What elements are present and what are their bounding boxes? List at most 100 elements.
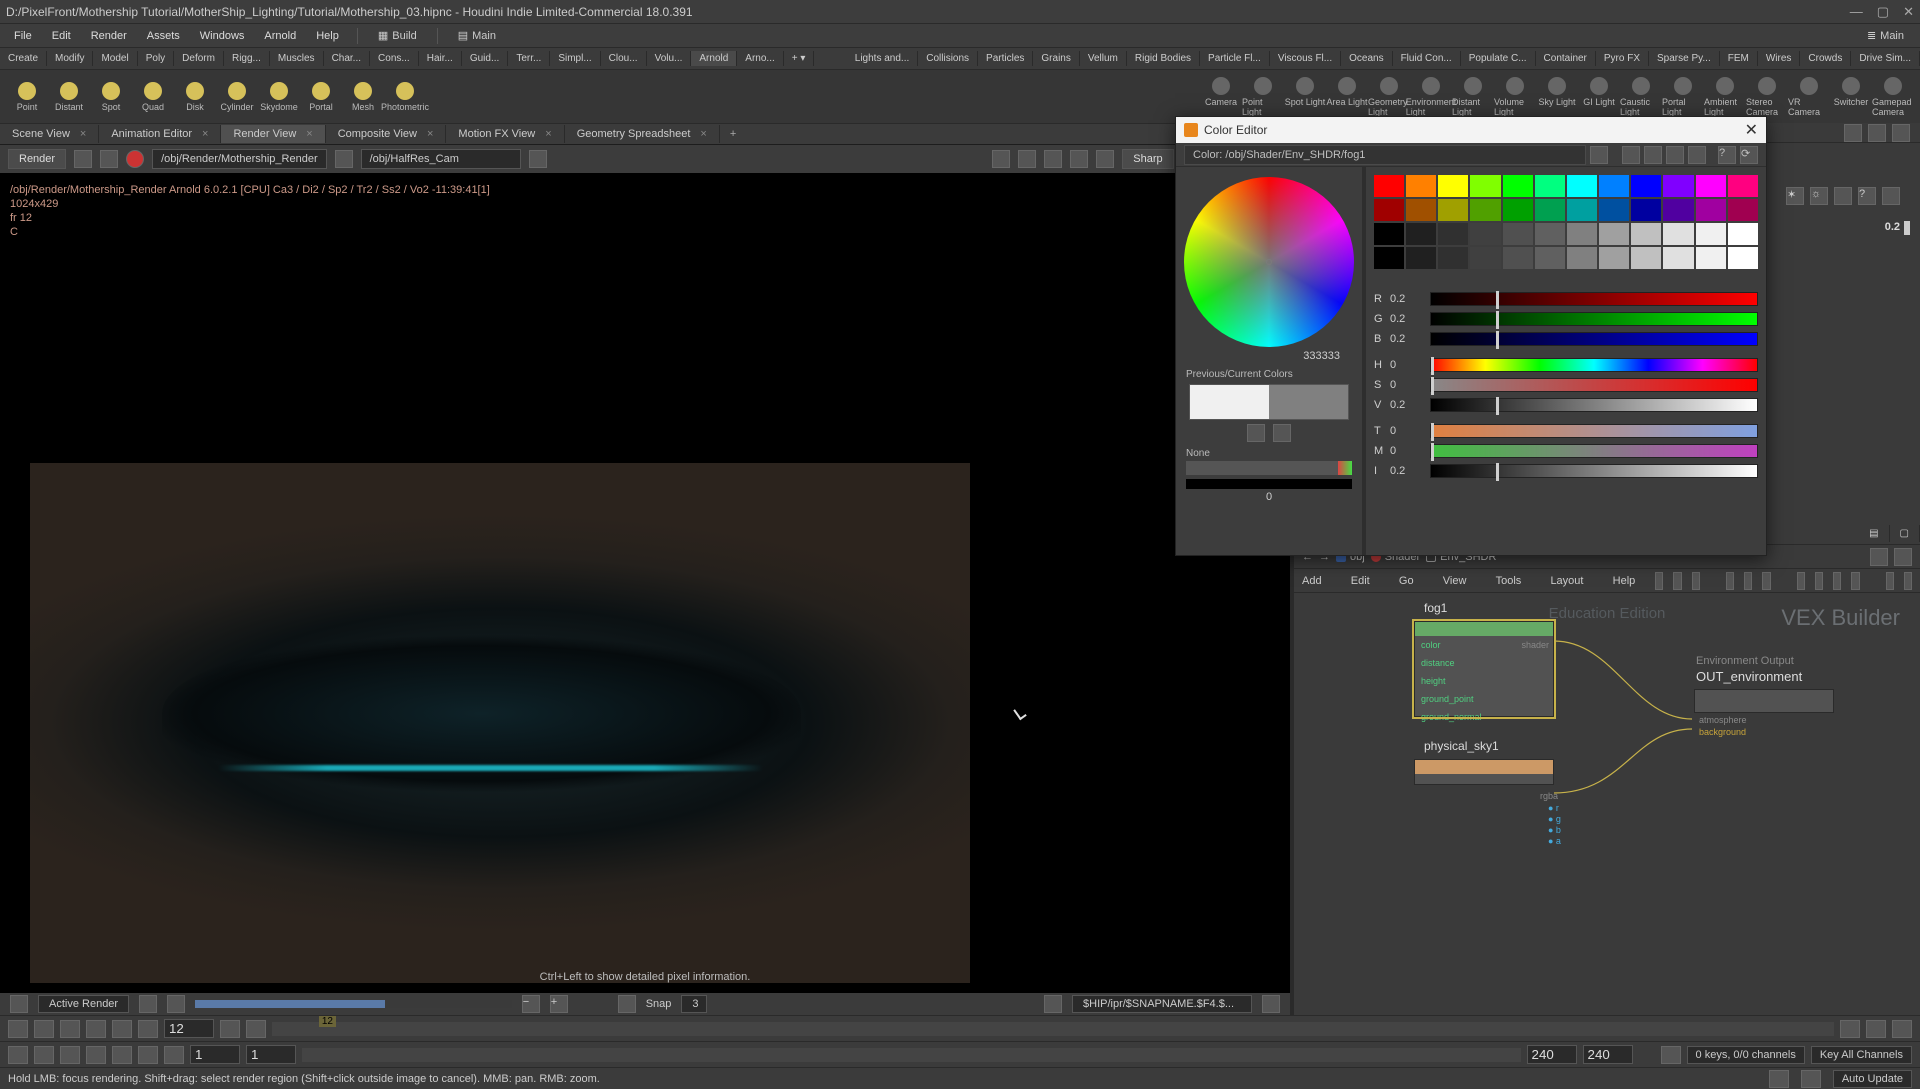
color-swatch[interactable] — [1696, 199, 1726, 221]
net-color-a-icon[interactable] — [1797, 572, 1805, 590]
checker-icon[interactable] — [1018, 150, 1036, 168]
color-swatch[interactable] — [1406, 223, 1436, 245]
close-icon[interactable]: × — [80, 128, 86, 140]
net-tool-c-icon[interactable] — [1692, 572, 1700, 590]
channel-slider-i[interactable] — [1430, 464, 1758, 478]
channel-slider-b[interactable] — [1430, 332, 1758, 346]
refresh-icon[interactable] — [74, 150, 92, 168]
color-swatch[interactable] — [1470, 247, 1500, 269]
color-swatch[interactable] — [1631, 199, 1661, 221]
pause-icon[interactable] — [100, 150, 118, 168]
channel-value-field[interactable]: 0 — [1390, 445, 1424, 457]
menu-assets[interactable]: Assets — [139, 28, 188, 44]
channel-value-field[interactable]: 0 — [1390, 379, 1424, 391]
channel-value-field[interactable]: 0 — [1390, 425, 1424, 437]
tl-rend-field[interactable] — [1527, 1045, 1577, 1064]
param-slider-thumb[interactable] — [1904, 221, 1910, 235]
auto-update-toggle[interactable]: Auto Update — [1833, 1070, 1912, 1088]
view-tab-geometry spreadsheet[interactable]: Geometry Spreadsheet× — [565, 125, 720, 143]
render-history-pin-icon[interactable] — [139, 995, 157, 1013]
tl-last-icon[interactable] — [138, 1020, 158, 1038]
timeline-ruler[interactable]: 12 — [272, 1022, 1834, 1036]
tool-disk[interactable]: Disk — [174, 82, 216, 112]
color-swatch[interactable] — [1599, 175, 1629, 197]
previous-color-swatch[interactable] — [1190, 385, 1269, 419]
tl-current-frame[interactable] — [164, 1019, 214, 1038]
tool-point[interactable]: Point — [6, 82, 48, 112]
shelf-tab[interactable]: Deform — [174, 51, 224, 66]
take-main-selector[interactable]: ≣ Main — [1857, 27, 1914, 44]
channel-slider-t[interactable] — [1430, 424, 1758, 438]
shelf-tab[interactable]: Muscles — [270, 51, 324, 66]
temperature-pick-icon[interactable] — [1273, 424, 1291, 442]
network-pin-icon[interactable]: ▤ — [1859, 525, 1889, 542]
net-gear-icon[interactable] — [1894, 548, 1912, 566]
tl-scope-icon[interactable] — [86, 1046, 106, 1064]
net-tool-a-icon[interactable] — [1655, 572, 1663, 590]
window-close-icon[interactable]: ✕ — [1903, 4, 1914, 20]
network-menu-tools[interactable]: Tools — [1496, 575, 1522, 587]
shelf-tab[interactable]: Fluid Con... — [1393, 51, 1461, 66]
zoom-icon[interactable] — [1070, 150, 1088, 168]
color-swatch[interactable] — [1503, 247, 1533, 269]
tl-loop-icon[interactable] — [1840, 1020, 1860, 1038]
node-fog[interactable]: colordistanceheightground_pointground_no… — [1414, 621, 1554, 717]
shelf-tab[interactable]: Collisions — [918, 51, 978, 66]
network-view[interactable]: VEX Builder Education Edition fog1 color… — [1294, 593, 1920, 1015]
view-tab-motion fx view[interactable]: Motion FX View× — [446, 125, 564, 143]
ce-mode-b-icon[interactable] — [1644, 146, 1662, 164]
color-swatch[interactable] — [1535, 175, 1565, 197]
active-render-label[interactable]: Active Render — [38, 995, 129, 1013]
view-tab-composite view[interactable]: Composite View× — [326, 125, 447, 143]
status-film-icon[interactable] — [1801, 1070, 1821, 1088]
color-swatch[interactable] — [1374, 175, 1404, 197]
screen-pick-icon[interactable] — [1247, 424, 1265, 442]
node-output-b[interactable]: ● b — [1548, 825, 1561, 836]
color-swatch[interactable] — [1599, 247, 1629, 269]
color-editor-titlebar[interactable]: Color Editor ✕ — [1176, 117, 1766, 143]
snapshot-icon[interactable] — [992, 150, 1010, 168]
node-output-g[interactable]: ● g — [1548, 814, 1561, 825]
network-menu-go[interactable]: Go — [1399, 575, 1414, 587]
node-physical-sky[interactable] — [1414, 759, 1554, 785]
color-swatch[interactable] — [1663, 175, 1693, 197]
shelf-tab[interactable]: Crowds — [1800, 51, 1851, 66]
channel-value-field[interactable]: 0.2 — [1390, 293, 1424, 305]
node-output-a[interactable]: ● a — [1548, 836, 1561, 847]
param-search-icon[interactable] — [1882, 187, 1900, 205]
color-swatch[interactable] — [1631, 247, 1661, 269]
tool-area light[interactable]: Area Light — [1326, 77, 1368, 117]
net-color-d-icon[interactable] — [1851, 572, 1859, 590]
network-menu-help[interactable]: Help — [1613, 575, 1636, 587]
tool-switcher[interactable]: Switcher — [1830, 77, 1872, 117]
node-input-ground_normal[interactable]: ground_normal — [1415, 708, 1553, 726]
tool-geometry light[interactable]: Geometry Light — [1368, 77, 1410, 117]
color-editor-path-field[interactable]: Color: /obj/Shader/Env_SHDR/fog1 — [1184, 145, 1586, 165]
tl-rstart-field[interactable] — [246, 1045, 296, 1064]
color-swatch[interactable] — [1470, 175, 1500, 197]
channel-value-field[interactable]: 0 — [1390, 359, 1424, 371]
network-max-icon[interactable]: ▢ — [1890, 525, 1920, 542]
tl-step-dec-icon[interactable] — [220, 1020, 240, 1038]
node-input-ground_point[interactable]: ground_point — [1415, 690, 1553, 708]
secondary-color-strip[interactable] — [1186, 461, 1352, 475]
shelf-tab[interactable]: Drive Sim... — [1851, 51, 1920, 66]
color-swatch[interactable] — [1470, 199, 1500, 221]
net-layout-a-icon[interactable] — [1726, 572, 1734, 590]
color-swatch[interactable] — [1631, 175, 1661, 197]
color-swatch[interactable] — [1503, 199, 1533, 221]
tl-first-icon[interactable] — [8, 1020, 28, 1038]
color-swatch[interactable] — [1663, 223, 1693, 245]
stop-icon[interactable] — [126, 150, 144, 168]
zoom-out-icon[interactable]: − — [522, 995, 540, 1013]
menu-file[interactable]: File — [6, 28, 40, 44]
shelf-tab[interactable]: Arnold — [691, 51, 737, 66]
color-wheel-cursor[interactable] — [1266, 259, 1272, 265]
param-help-icon[interactable]: ? — [1858, 187, 1876, 205]
slider-thumb[interactable] — [1496, 291, 1499, 309]
tool-quad[interactable]: Quad — [132, 82, 174, 112]
color-swatch[interactable] — [1631, 223, 1661, 245]
channel-slider-r[interactable] — [1430, 292, 1758, 306]
tl-autokey-icon[interactable] — [112, 1046, 132, 1064]
shelf-tab[interactable]: Volu... — [647, 51, 692, 66]
